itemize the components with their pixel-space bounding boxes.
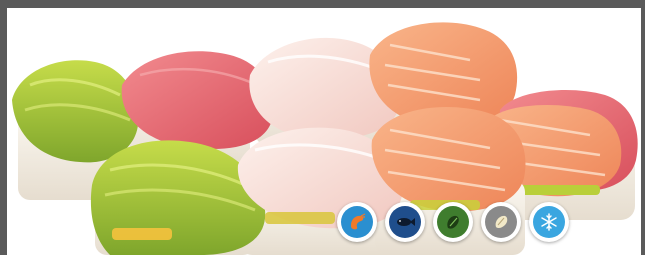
vegetable-icon <box>437 206 469 238</box>
shell-icon <box>485 206 517 238</box>
shell-badge <box>481 202 521 242</box>
vegetable-badge <box>433 202 473 242</box>
frame-border-right <box>641 0 645 255</box>
fish-icon <box>389 206 421 238</box>
shrimp-badge <box>337 202 377 242</box>
frozen-badge <box>529 202 569 242</box>
avocado-layer-right <box>520 185 600 195</box>
frame-border-top <box>0 0 645 8</box>
photo-frame <box>0 0 645 255</box>
frame-border-left <box>0 0 7 255</box>
fish-badge <box>385 202 425 242</box>
shrimp-icon <box>341 206 373 238</box>
snowflake-icon <box>533 206 565 238</box>
ingredient-badges <box>337 202 569 242</box>
